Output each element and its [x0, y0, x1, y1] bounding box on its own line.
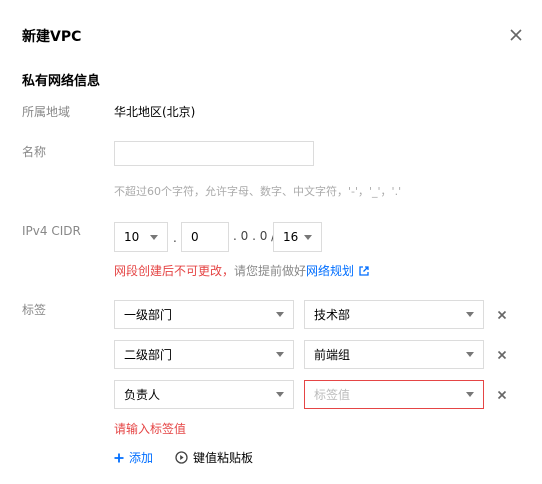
chevron-down-icon: [466, 312, 474, 317]
chevron-down-icon: [276, 352, 284, 357]
tag-value-value: 前端组: [314, 348, 351, 362]
cidr-octet2-input[interactable]: [181, 222, 229, 252]
cidr-mask-select[interactable]: 16: [273, 222, 322, 252]
remove-tag-icon[interactable]: [497, 390, 507, 400]
tag-key-select[interactable]: 负责人: [114, 380, 294, 409]
remove-tag-icon[interactable]: [497, 350, 507, 360]
cidr-label: IPv4 CIDR: [22, 224, 81, 238]
cidr-notice: 网段创建后不可更改， 请您提前做好 网络规划: [114, 262, 369, 279]
region-label: 所属地域: [22, 105, 71, 119]
tag-key-value: 二级部门: [124, 348, 173, 362]
cidr-hint: 请您提前做好: [234, 264, 307, 278]
chevron-down-icon: [276, 392, 284, 397]
network-planning-link[interactable]: 网络规划: [306, 262, 354, 279]
tag-value-select[interactable]: 前端组: [304, 340, 484, 369]
tag-error-message: 请输入标签值: [114, 422, 187, 436]
cidr-warning: 网段创建后不可更改，: [114, 264, 235, 278]
tags-label: 标签: [22, 303, 47, 317]
dialog-title: 新建VPC: [22, 29, 82, 45]
chevron-down-icon: [276, 312, 284, 317]
section-title: 私有网络信息: [22, 74, 101, 89]
chevron-down-icon: [304, 234, 312, 240]
tag-key-value: 负责人: [124, 388, 161, 402]
play-circle-icon: [175, 451, 188, 464]
region-value: 华北地区(北京): [114, 105, 196, 119]
tag-key-value: 一级部门: [124, 308, 173, 322]
tag-value-select[interactable]: 标签值: [304, 380, 484, 409]
plus-icon: [114, 453, 124, 462]
cidr-fixed-octets: . 0 . 0 /: [233, 229, 276, 243]
paste-board-button[interactable]: 键值粘贴板: [175, 449, 253, 466]
remove-tag-icon[interactable]: [497, 310, 507, 320]
external-link-icon[interactable]: [359, 265, 369, 276]
tag-value-placeholder: 标签值: [314, 388, 351, 402]
name-label: 名称: [22, 145, 47, 159]
add-tag-button[interactable]: 添加: [114, 449, 153, 466]
tag-value-select[interactable]: 技术部: [304, 300, 484, 329]
cidr-dot: .: [173, 231, 177, 245]
cidr-octet1-value: 10: [124, 230, 140, 244]
name-input[interactable]: [114, 141, 314, 166]
cidr-octet1-select[interactable]: 10: [114, 222, 168, 252]
paste-board-label: 键值粘贴板: [193, 451, 254, 465]
chevron-down-icon: [150, 234, 158, 240]
close-icon[interactable]: [508, 27, 524, 43]
name-hint: 不超过60个字符，允许字母、数字、中文字符，'-'，'_'，'.': [114, 185, 402, 198]
add-tag-label: 添加: [129, 451, 154, 465]
tag-key-select[interactable]: 二级部门: [114, 340, 294, 369]
cidr-mask-value: 16: [283, 230, 299, 244]
chevron-down-icon: [466, 392, 474, 397]
tag-value-value: 技术部: [314, 308, 351, 322]
tag-key-select[interactable]: 一级部门: [114, 300, 294, 329]
chevron-down-icon: [466, 352, 474, 357]
